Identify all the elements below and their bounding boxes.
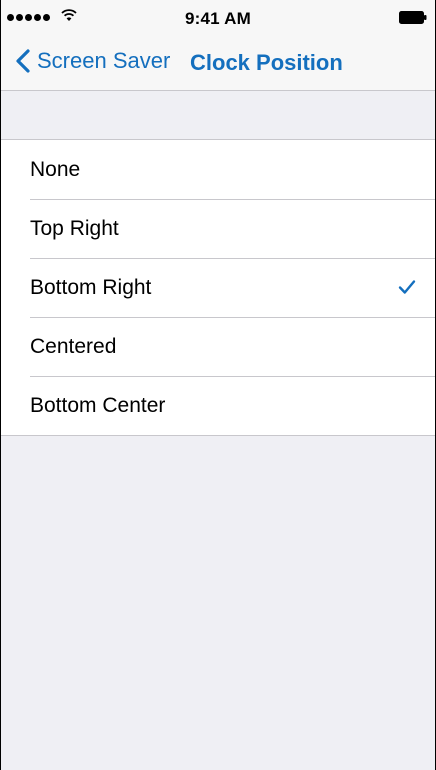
battery-icon	[399, 11, 427, 24]
option-label: Bottom Center	[30, 393, 166, 417]
back-button[interactable]: Screen Saver	[15, 48, 170, 74]
navigation-bar: Screen Saver Clock Position	[1, 34, 435, 91]
clock-position-list: None Top Right Bottom Right Centered Bot…	[1, 139, 435, 436]
option-bottom-right[interactable]: Bottom Right	[1, 258, 435, 317]
checkmark-icon	[398, 280, 416, 294]
chevron-left-icon	[16, 49, 30, 73]
option-centered[interactable]: Centered	[1, 317, 435, 376]
option-top-right[interactable]: Top Right	[1, 199, 435, 258]
page-title: Clock Position	[190, 50, 343, 75]
option-label: Top Right	[30, 216, 119, 240]
back-button-label: Screen Saver	[37, 48, 171, 73]
phone-screen: 9:41 AM Screen Saver Clock Position None…	[0, 0, 436, 770]
option-label: Centered	[30, 334, 117, 358]
option-bottom-center[interactable]: Bottom Center	[1, 376, 435, 435]
option-label: Bottom Right	[30, 275, 152, 299]
status-bar: 9:41 AM	[1, 0, 435, 34]
option-label: None	[30, 157, 81, 181]
option-none[interactable]: None	[1, 140, 435, 199]
status-time: 9:41 AM	[185, 9, 251, 28]
